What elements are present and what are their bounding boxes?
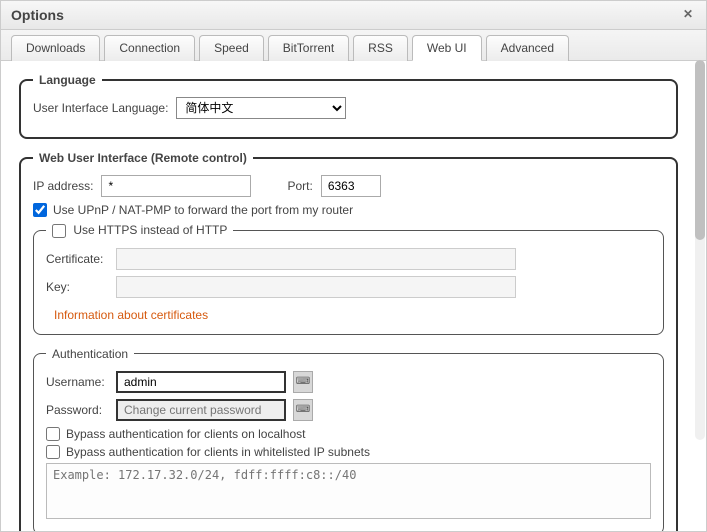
tab-rss[interactable]: RSS: [353, 35, 408, 61]
language-select[interactable]: 简体中文: [176, 97, 346, 119]
tab-bar: Downloads Connection Speed BitTorrent RS…: [1, 30, 706, 61]
language-legend: Language: [33, 73, 102, 87]
https-fieldset: Use HTTPS instead of HTTP Certificate: K…: [33, 223, 664, 335]
language-label: User Interface Language:: [33, 101, 168, 115]
webui-legend: Web User Interface (Remote control): [33, 151, 253, 165]
content-area: Language User Interface Language: 简体中文 W…: [1, 61, 706, 531]
bypass-whitelist-label: Bypass authentication for clients in whi…: [66, 445, 370, 459]
ip-label: IP address:: [33, 179, 93, 193]
port-label: Port:: [287, 179, 312, 193]
keyboard-icon: ⌨: [293, 399, 313, 421]
titlebar: Options ✕: [1, 1, 706, 30]
whitelist-textarea[interactable]: [46, 463, 651, 519]
cert-info-link[interactable]: Information about certificates: [54, 308, 208, 322]
password-label: Password:: [46, 403, 108, 417]
key-label: Key:: [46, 280, 108, 294]
tab-connection[interactable]: Connection: [104, 35, 195, 61]
auth-legend: Authentication: [46, 347, 134, 361]
tab-downloads[interactable]: Downloads: [11, 35, 100, 61]
port-input[interactable]: [321, 175, 381, 197]
close-icon[interactable]: ✕: [680, 7, 696, 23]
https-legend-text: Use HTTPS instead of HTTP: [73, 223, 227, 237]
tab-bittorrent[interactable]: BitTorrent: [268, 35, 349, 61]
bypass-whitelist-checkbox[interactable]: [46, 445, 60, 459]
tab-speed[interactable]: Speed: [199, 35, 264, 61]
scrollbar-thumb[interactable]: [695, 60, 705, 240]
language-fieldset: Language User Interface Language: 简体中文: [19, 73, 678, 139]
username-label: Username:: [46, 375, 108, 389]
upnp-checkbox[interactable]: [33, 203, 47, 217]
bypass-localhost-checkbox[interactable]: [46, 427, 60, 441]
username-input[interactable]: [116, 371, 286, 393]
tab-advanced[interactable]: Advanced: [486, 35, 569, 61]
cert-label: Certificate:: [46, 252, 108, 266]
webui-fieldset: Web User Interface (Remote control) IP a…: [19, 151, 678, 531]
https-checkbox[interactable]: [52, 224, 66, 238]
cert-input[interactable]: [116, 248, 516, 270]
bypass-localhost-label: Bypass authentication for clients on loc…: [66, 427, 305, 441]
auth-fieldset: Authentication Username: ⌨ Password: ⌨ B…: [33, 347, 664, 531]
key-input[interactable]: [116, 276, 516, 298]
options-dialog: Options ✕ Downloads Connection Speed Bit…: [0, 0, 707, 532]
upnp-label: Use UPnP / NAT-PMP to forward the port f…: [53, 203, 353, 217]
keyboard-icon: ⌨: [293, 371, 313, 393]
ip-input[interactable]: [101, 175, 251, 197]
dialog-title: Options: [11, 7, 64, 23]
password-input[interactable]: [116, 399, 286, 421]
https-legend: Use HTTPS instead of HTTP: [46, 223, 233, 238]
tab-web-ui[interactable]: Web UI: [412, 35, 482, 61]
